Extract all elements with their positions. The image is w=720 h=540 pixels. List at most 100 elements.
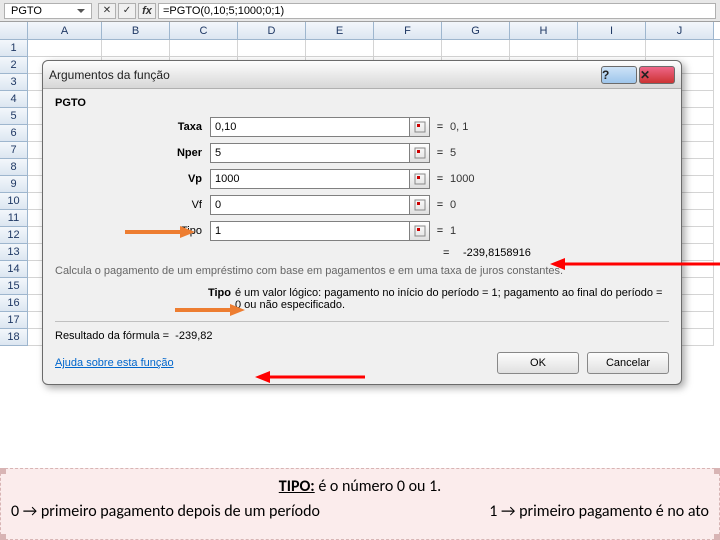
row-header[interactable]: 11 — [0, 210, 28, 227]
corner-handle-icon — [714, 534, 720, 540]
caption-line2: 0 → primeiro pagamento depois de um perí… — [11, 502, 709, 521]
chevron-down-icon[interactable] — [77, 9, 85, 13]
cell[interactable] — [374, 40, 442, 57]
column-header[interactable]: G — [442, 22, 510, 39]
cancel-label: Cancelar — [606, 357, 650, 369]
ok-label: OK — [530, 357, 546, 369]
row-header[interactable]: 18 — [0, 329, 28, 346]
column-header[interactable]: A — [28, 22, 102, 39]
column-header[interactable]: B — [102, 22, 170, 39]
argument-result: 1000 — [450, 173, 474, 185]
help-button[interactable]: ? — [601, 66, 637, 84]
column-header[interactable]: D — [238, 22, 306, 39]
argument-input[interactable]: 5 — [210, 143, 410, 163]
row-header[interactable]: 4 — [0, 91, 28, 108]
cell[interactable] — [578, 40, 646, 57]
argument-row: Vf0=0 — [55, 195, 669, 215]
close-button[interactable]: ✕ — [639, 66, 675, 84]
row-header[interactable]: 13 — [0, 244, 28, 261]
row-header[interactable]: 10 — [0, 193, 28, 210]
argument-input[interactable]: 0 — [210, 195, 410, 215]
argument-result: 0 — [450, 199, 456, 211]
help-link[interactable]: Ajuda sobre esta função — [55, 357, 174, 369]
caption-option-1: 1 → primeiro pagamento é no ato — [489, 502, 709, 521]
argument-row: Nper5=5 — [55, 143, 669, 163]
row-header[interactable]: 6 — [0, 125, 28, 142]
range-selector-icon[interactable] — [410, 143, 430, 163]
calc-result-row: = -239,8158916 — [55, 247, 669, 259]
column-header[interactable]: F — [374, 22, 442, 39]
function-name: PGTO — [55, 97, 669, 109]
cancel-formula-button[interactable]: ✕ — [98, 3, 116, 19]
range-selector-icon[interactable] — [410, 169, 430, 189]
row-header[interactable]: 15 — [0, 278, 28, 295]
dialog-body: PGTO Taxa0,10=0, 1Nper5=5Vp1000=1000Vf0=… — [43, 89, 681, 384]
cell[interactable] — [102, 40, 170, 57]
row-header[interactable]: 7 — [0, 142, 28, 159]
row-header[interactable]: 12 — [0, 227, 28, 244]
column-headers: ABCDEFGHIJ — [0, 22, 720, 40]
select-all-corner[interactable] — [0, 22, 28, 39]
dialog-footer: Resultado da fórmula = -239,82 — [55, 330, 669, 342]
check-icon: ✓ — [123, 5, 131, 16]
dialog-title: Argumentos da função — [49, 68, 599, 82]
equals-sign: = — [430, 199, 450, 211]
equals-sign: = — [430, 121, 450, 133]
range-selector-icon[interactable] — [410, 221, 430, 241]
row-header[interactable]: 5 — [0, 108, 28, 125]
argument-label: Vp — [55, 173, 210, 185]
function-description: Calcula o pagamento de um empréstimo com… — [55, 265, 669, 277]
row-header[interactable]: 2 — [0, 57, 28, 74]
cell[interactable] — [170, 40, 238, 57]
argument-input[interactable]: 1000 — [210, 169, 410, 189]
range-selector-icon[interactable] — [410, 117, 430, 137]
argument-input[interactable]: 0,10 — [210, 117, 410, 137]
cancel-button[interactable]: Cancelar — [587, 352, 669, 374]
argument-list: Taxa0,10=0, 1Nper5=5Vp1000=1000Vf0=0Tipo… — [55, 117, 669, 241]
cell[interactable] — [510, 40, 578, 57]
column-header[interactable]: E — [306, 22, 374, 39]
cell[interactable] — [28, 40, 102, 57]
equals-sign: = — [430, 173, 450, 185]
row-header[interactable]: 9 — [0, 176, 28, 193]
argument-result: 1 — [450, 225, 456, 237]
dialog-titlebar[interactable]: Argumentos da função ? ✕ — [43, 61, 681, 89]
name-box-text: PGTO — [11, 5, 42, 17]
row-header[interactable]: 17 — [0, 312, 28, 329]
dialog-lower: Ajuda sobre esta função OK Cancelar — [55, 352, 669, 374]
formula-bar-buttons: ✕ ✓ fx — [96, 3, 158, 19]
accept-formula-button[interactable]: ✓ — [118, 3, 136, 19]
x-icon: ✕ — [103, 5, 111, 16]
row-header[interactable]: 1 — [0, 40, 28, 57]
column-header[interactable]: H — [510, 22, 578, 39]
name-box[interactable]: PGTO — [4, 3, 92, 19]
caption-label: TIPO: — [279, 477, 315, 496]
grid-row: 1 — [0, 40, 720, 57]
cell[interactable] — [442, 40, 510, 57]
range-selector-icon[interactable] — [410, 195, 430, 215]
argument-label: Vf — [55, 199, 210, 211]
cell[interactable] — [306, 40, 374, 57]
row-header[interactable]: 8 — [0, 159, 28, 176]
equals-sign: = — [443, 247, 463, 259]
argument-input[interactable]: 1 — [210, 221, 410, 241]
equals-sign: = — [430, 225, 450, 237]
ok-button[interactable]: OK — [497, 352, 579, 374]
formula-input[interactable]: =PGTO(0,10;5;1000;0;1) — [158, 3, 716, 19]
column-header[interactable]: J — [646, 22, 714, 39]
row-header[interactable]: 3 — [0, 74, 28, 91]
caption-text: é o número 0 ou 1. — [315, 477, 442, 496]
formula-bar: PGTO ✕ ✓ fx =PGTO(0,10;5;1000;0;1) — [0, 0, 720, 22]
row-header[interactable]: 14 — [0, 261, 28, 278]
function-arguments-dialog: Argumentos da função ? ✕ PGTO Taxa0,10=0… — [42, 60, 682, 385]
arg-help-label: Tipo — [55, 287, 235, 311]
cell[interactable] — [238, 40, 306, 57]
column-header[interactable]: I — [578, 22, 646, 39]
cell[interactable] — [646, 40, 714, 57]
column-header[interactable]: C — [170, 22, 238, 39]
insert-function-button[interactable]: fx — [138, 3, 156, 19]
equals-sign: = — [430, 147, 450, 159]
row-header[interactable]: 16 — [0, 295, 28, 312]
help-icon: ? — [602, 68, 636, 82]
calc-result: -239,8158916 — [463, 247, 531, 259]
